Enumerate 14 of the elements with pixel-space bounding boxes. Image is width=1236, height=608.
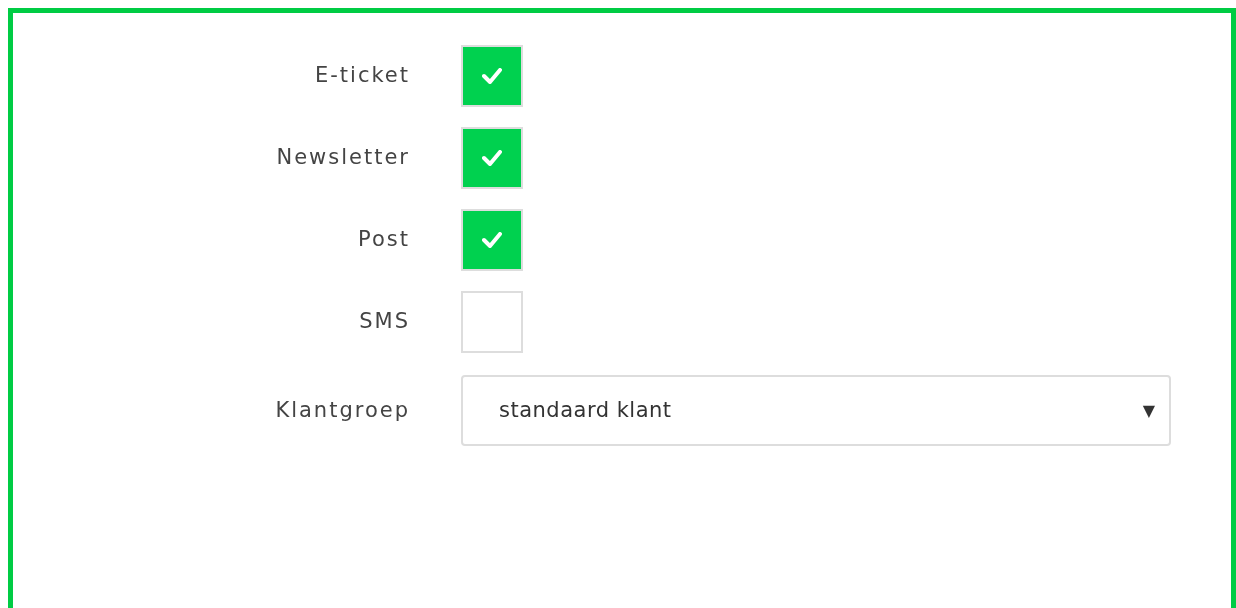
check-icon [482, 150, 502, 166]
dropdown-select[interactable]: standaard klant ▼ [461, 375, 1171, 446]
checkbox[interactable] [461, 127, 523, 189]
checkbox[interactable] [461, 291, 523, 353]
check-icon [482, 232, 502, 248]
field-label: E-ticket [313, 62, 410, 90]
field-label: Post [357, 226, 410, 254]
field-label: Klantgroep [274, 396, 410, 424]
field-label: SMS [358, 308, 410, 336]
checkbox[interactable] [461, 45, 523, 107]
check-icon [482, 68, 502, 84]
dropdown-arrow-icon: ▼ [1142, 398, 1155, 423]
checkbox[interactable] [461, 209, 523, 271]
field-label: Newsletter [275, 144, 410, 172]
